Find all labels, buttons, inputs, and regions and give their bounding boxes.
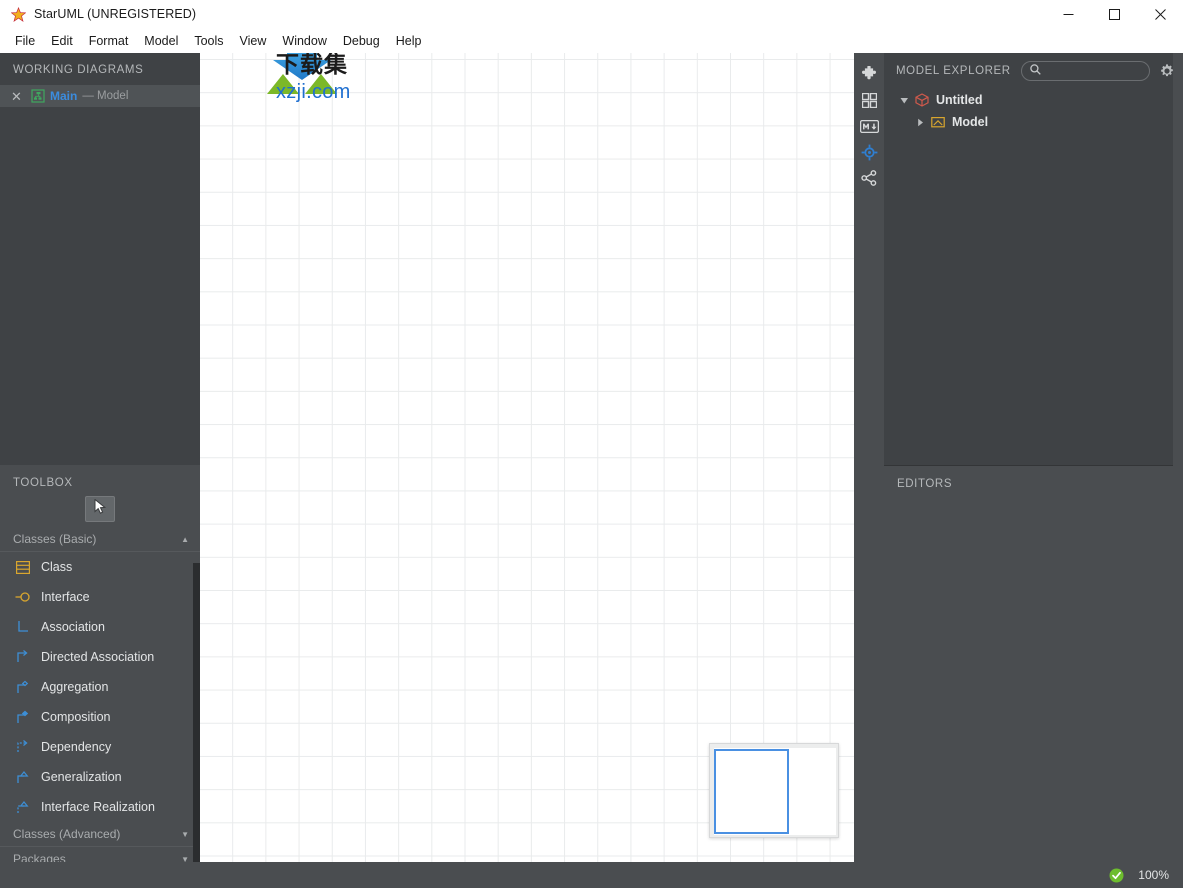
model-explorer-title: MODEL EXPLORER [896,65,1011,77]
toolbox-item-label: Association [41,620,105,634]
working-diagrams-panel: WORKING DIAGRAMS ✕ Main — Model [0,53,200,465]
search-icon [1029,62,1041,80]
model-folder-icon [930,114,946,130]
star-icon [10,6,26,22]
chevron-right-icon[interactable] [912,114,928,130]
menu-help[interactable]: Help [388,31,430,51]
share-nodes-icon[interactable] [854,165,884,191]
chevron-up-icon: ▲ [181,534,189,544]
working-diagrams-title: WORKING DIAGRAMS [13,64,144,76]
watermark-text-cn: 下载集 [276,53,348,77]
menu-model[interactable]: Model [136,31,186,51]
toolbox-item-interface[interactable]: Interface [0,582,200,612]
tree-item-label: Untitled [936,93,983,107]
interface-realization-icon [13,798,33,816]
toolbox-item-association[interactable]: Association [0,612,200,642]
right-edge-strip [1173,53,1183,862]
staruml-window: StarUML (UNREGISTERED) File Edit Format … [0,0,1183,888]
working-diagram-item-main[interactable]: ✕ Main — Model [0,85,200,107]
chevron-down-icon[interactable] [896,92,912,108]
menu-view[interactable]: View [232,31,275,51]
editors-panel: EDITORS [884,465,1183,863]
search-input[interactable] [1045,64,1141,78]
tree-item-label: Model [952,115,989,129]
toolbox-item-generalization[interactable]: Generalization [0,762,200,792]
toolbox-panel: TOOLBOX Classes (Basic) ▲ Class Interfac… [0,465,200,888]
diagram-canvas[interactable]: 下载集 xzji.com [200,53,854,862]
status-bar: 100% [0,862,1183,888]
toolbox-group-label: Classes (Advanced) [13,827,121,841]
toolbox-item-directed-association[interactable]: Directed Association [0,642,200,672]
chevron-down-icon: ▼ [181,829,189,839]
menu-debug[interactable]: Debug [335,31,388,51]
menu-window[interactable]: Window [274,31,334,51]
window-controls [1045,0,1183,28]
title-bar: StarUML (UNREGISTERED) [0,0,1183,28]
window-title: StarUML (UNREGISTERED) [34,7,197,21]
toolbox-item-label: Directed Association [41,650,155,664]
grid-squares-icon[interactable] [854,87,884,113]
toolbox-item-interface-realization[interactable]: Interface Realization [0,792,200,822]
toolbox-item-label: Dependency [41,740,112,754]
close-icon[interactable] [1137,0,1183,28]
tree-item-untitled[interactable]: Untitled [884,89,1183,111]
close-icon[interactable]: ✕ [9,89,24,104]
model-explorer-search[interactable] [1020,61,1150,81]
left-panel: WORKING DIAGRAMS ✕ Main — Model TOOLBOX … [0,53,200,888]
pointer-tool-button[interactable] [85,496,115,522]
canvas-grid [200,53,854,862]
canvas-side-toolbar [854,53,884,862]
toolbox-scrollbar[interactable] [193,563,200,888]
class-icon [13,558,33,576]
toolbox-item-label: Interface [41,590,90,604]
working-diagram-name: Main [50,89,78,103]
crosshair-target-icon[interactable] [854,139,884,165]
diagram-minimap[interactable] [709,743,839,838]
association-icon [13,618,33,636]
directed-association-icon [13,648,33,666]
model-explorer-header: MODEL EXPLORER [884,53,1183,89]
dependency-icon [13,738,33,756]
toolbox-pointer-row [0,489,200,527]
composition-icon [13,708,33,726]
tree-item-model[interactable]: Model [884,111,1183,133]
project-cube-icon [914,92,930,108]
menu-format[interactable]: Format [81,31,137,51]
toolbox-item-label: Interface Realization [41,800,155,814]
watermark-text-en: xzji.com [276,81,351,103]
toolbox-title: TOOLBOX [13,477,73,489]
class-diagram-icon [30,89,45,104]
check-circle-icon [1108,867,1124,883]
aggregation-icon [13,678,33,696]
toolbox-item-aggregation[interactable]: Aggregation [0,672,200,702]
toolbox-item-label: Generalization [41,770,122,784]
menu-file[interactable]: File [7,31,43,51]
toolbox-group-classes-basic[interactable]: Classes (Basic) ▲ [0,527,200,552]
toolbox-item-class[interactable]: Class [0,552,200,582]
maximize-icon[interactable] [1091,0,1137,28]
menu-edit[interactable]: Edit [43,31,81,51]
toolbox-item-dependency[interactable]: Dependency [0,732,200,762]
right-panel: MODEL EXPLORER Untitled Model EDITORS [884,53,1183,863]
pointer-icon [94,498,107,519]
working-diagram-parent: — Model [82,90,129,102]
zoom-level: 100% [1138,868,1169,882]
menu-bar: File Edit Format Model Tools View Window… [0,28,1183,53]
toolbox-scrollbar-thumb[interactable] [193,661,200,869]
markdown-icon[interactable] [854,113,884,139]
interface-icon [13,588,33,606]
toolbox-item-composition[interactable]: Composition [0,702,200,732]
toolbox-item-label: Aggregation [41,680,109,694]
toolbox-group-classes-advanced[interactable]: Classes (Advanced) ▼ [0,822,200,847]
editors-title: EDITORS [897,478,953,490]
generalization-icon [13,768,33,786]
toolbox-group-label: Classes (Basic) [13,532,97,546]
menu-tools[interactable]: Tools [186,31,231,51]
minimize-icon[interactable] [1045,0,1091,28]
toolbox-item-label: Composition [41,710,111,724]
puzzle-icon[interactable] [854,61,884,87]
toolbox-item-label: Class [41,560,73,574]
minimap-viewport[interactable] [714,749,789,834]
